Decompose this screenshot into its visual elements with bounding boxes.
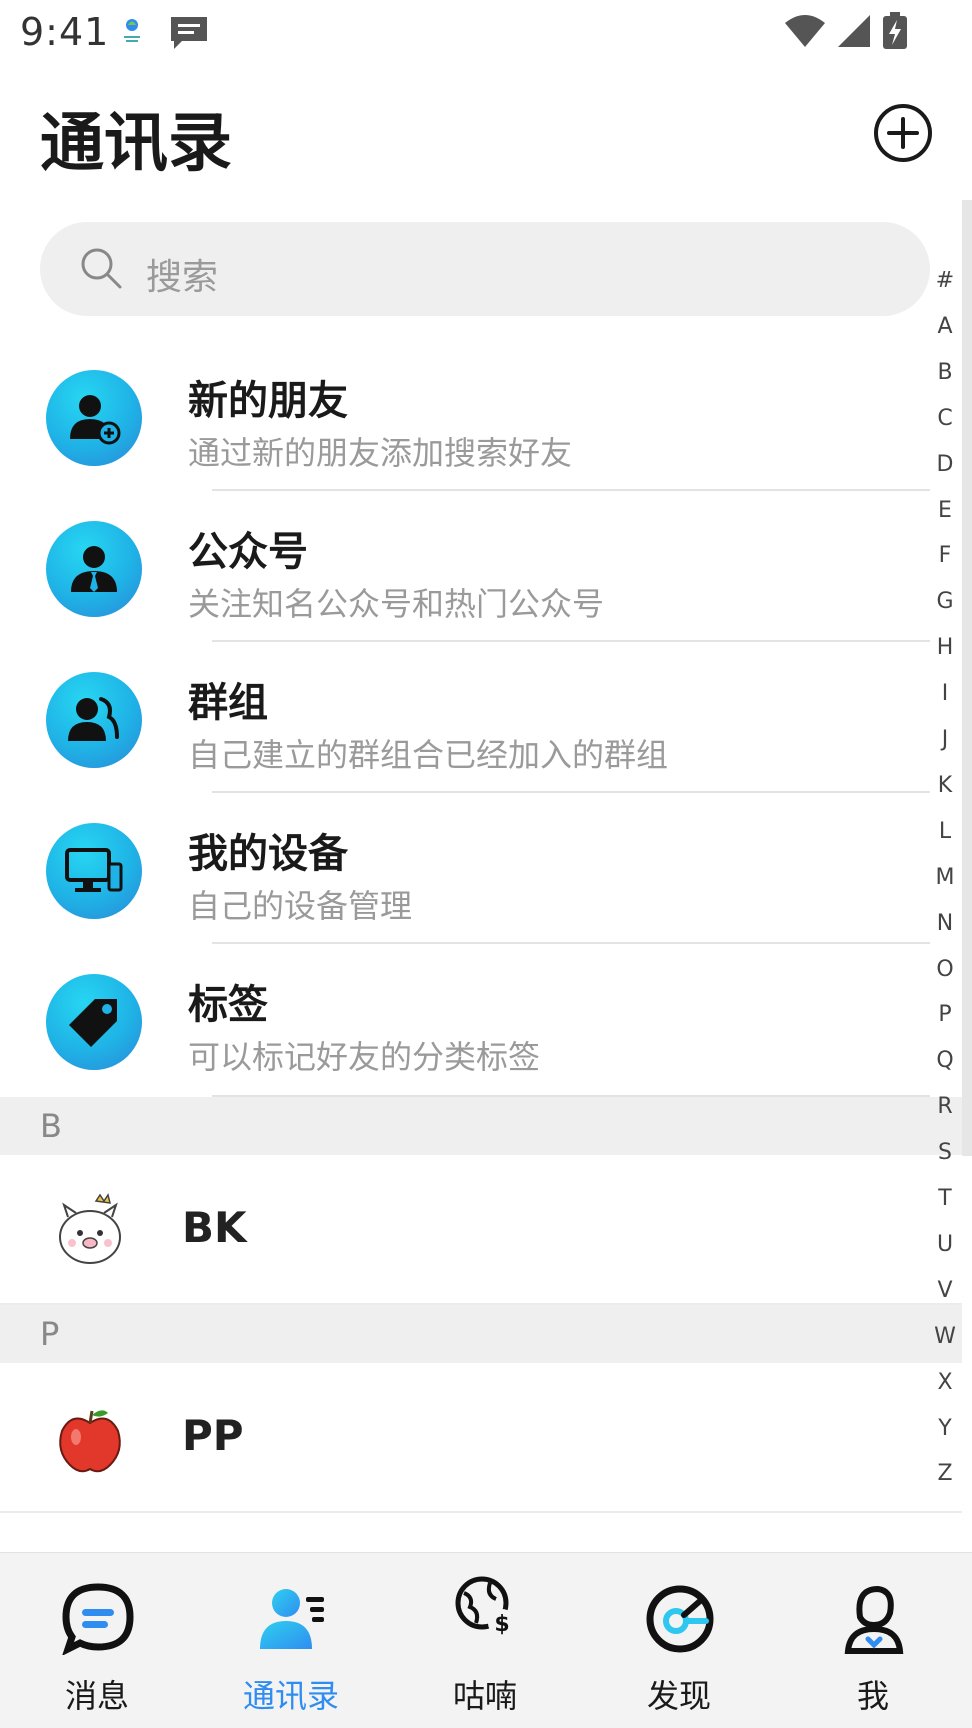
alpha-letter[interactable]: F: [930, 543, 960, 568]
official-account-icon: [46, 521, 142, 617]
alpha-letter[interactable]: S: [930, 1140, 960, 1165]
discover-icon: [646, 1585, 714, 1653]
contacts-icon: [260, 1589, 324, 1649]
menu-item-tags[interactable]: 标签 可以标记好友的分类标签: [0, 944, 930, 1097]
alpha-letter[interactable]: J: [930, 727, 960, 752]
alpha-letter[interactable]: L: [930, 819, 960, 844]
nav-label: 我: [856, 1677, 889, 1715]
alpha-letter[interactable]: H: [930, 635, 960, 660]
contact-row-bk[interactable]: BK: [0, 1155, 962, 1305]
section-letter: B: [40, 1107, 62, 1145]
alpha-letter[interactable]: D: [930, 452, 960, 477]
alpha-letter[interactable]: Z: [930, 1461, 960, 1486]
tag-icon: [46, 974, 142, 1070]
alpha-letter[interactable]: Q: [930, 1048, 960, 1073]
alpha-letter[interactable]: C: [930, 406, 960, 431]
alpha-letter[interactable]: X: [930, 1370, 960, 1395]
chat-bubble-icon: [62, 1583, 134, 1655]
menu-item-official-accounts[interactable]: 公众号 关注知名公众号和热门公众号: [0, 491, 930, 642]
devices-icon: [46, 823, 142, 919]
status-indicators: [784, 12, 908, 50]
apple-avatar-icon: [59, 1410, 121, 1473]
nav-label: 咕喃: [452, 1677, 517, 1715]
page-title: 通讯录: [40, 107, 232, 181]
alpha-letter[interactable]: K: [930, 773, 960, 798]
contact-row-pp[interactable]: PP: [0, 1363, 962, 1513]
nav-tab-me[interactable]: 我: [776, 1553, 970, 1728]
alpha-letter[interactable]: W: [930, 1324, 960, 1349]
nav-tab-discover[interactable]: 发现: [582, 1553, 776, 1728]
app-logo-icon: [124, 19, 140, 42]
group-icon: [46, 672, 142, 768]
nav-label: 发现: [646, 1677, 711, 1715]
menu-subtitle: 自己的设备管理: [188, 887, 413, 925]
globe-dollar-icon: $: [455, 1576, 516, 1637]
alpha-letter[interactable]: B: [930, 360, 960, 385]
menu-item-new-friends[interactable]: 新的朋友 通过新的朋友添加搜索好友: [0, 340, 930, 491]
nav-tab-messages[interactable]: 消息: [0, 1553, 194, 1728]
svg-text:$: $: [494, 1612, 509, 1637]
status-time: 9:41: [20, 10, 110, 54]
contact-name: PP: [182, 1411, 244, 1460]
section-header: P: [0, 1305, 962, 1363]
menu-item-my-devices[interactable]: 我的设备 自己的设备管理: [0, 793, 930, 944]
search-placeholder: 搜索: [146, 257, 219, 298]
cellular-signal-icon: [838, 15, 870, 47]
menu-title: 新的朋友: [188, 378, 348, 424]
section-letter: P: [40, 1315, 60, 1353]
alpha-letter[interactable]: #: [930, 268, 960, 293]
alpha-letter[interactable]: M: [930, 865, 960, 890]
menu-title: 公众号: [188, 529, 308, 575]
nav-tab-gunan[interactable]: $ 咕喃: [388, 1553, 582, 1728]
alpha-letter[interactable]: V: [930, 1278, 960, 1303]
section-header: B: [0, 1097, 962, 1155]
alpha-letter[interactable]: G: [930, 589, 960, 614]
menu-subtitle: 自己建立的群组合已经加入的群组: [188, 736, 669, 774]
contact-name: BK: [182, 1203, 247, 1252]
menu-title: 我的设备: [188, 831, 348, 877]
alpha-letter[interactable]: O: [930, 957, 960, 982]
alpha-letter[interactable]: T: [930, 1186, 960, 1211]
status-bar: 9:41: [0, 0, 972, 66]
menu-subtitle: 通过新的朋友添加搜索好友: [188, 434, 573, 472]
message-notification-icon: [171, 17, 207, 49]
alpha-letter[interactable]: E: [930, 498, 960, 523]
bottom-navigation: 消息 通讯录 $ 咕喃 发现 我: [0, 1552, 972, 1728]
wifi-icon: [785, 15, 825, 47]
alpha-letter[interactable]: Y: [930, 1416, 960, 1441]
search-icon: [81, 248, 122, 289]
battery-charging-icon: [883, 12, 907, 49]
alpha-letter[interactable]: N: [930, 911, 960, 936]
menu-subtitle: 关注知名公众号和热门公众号: [188, 585, 605, 623]
nav-tab-contacts[interactable]: 通讯录: [194, 1553, 388, 1728]
add-friend-icon: [46, 370, 142, 466]
profile-icon: [844, 1585, 904, 1654]
alpha-letter[interactable]: P: [930, 1002, 960, 1027]
menu-title: 标签: [188, 982, 268, 1028]
plus-circle-icon[interactable]: [872, 102, 934, 164]
pig-avatar-icon: [59, 1193, 121, 1264]
menu-item-groups[interactable]: 群组 自己建立的群组合已经加入的群组: [0, 642, 930, 793]
alpha-letter[interactable]: R: [930, 1094, 960, 1119]
menu-title: 群组: [188, 680, 268, 726]
alpha-letter[interactable]: A: [930, 314, 960, 339]
scrollbar[interactable]: [962, 200, 972, 1156]
nav-label: 通讯录: [242, 1677, 339, 1715]
nav-label: 消息: [64, 1677, 129, 1715]
alpha-letter[interactable]: I: [930, 681, 960, 706]
menu-subtitle: 可以标记好友的分类标签: [188, 1038, 541, 1076]
alpha-letter[interactable]: U: [930, 1232, 960, 1257]
